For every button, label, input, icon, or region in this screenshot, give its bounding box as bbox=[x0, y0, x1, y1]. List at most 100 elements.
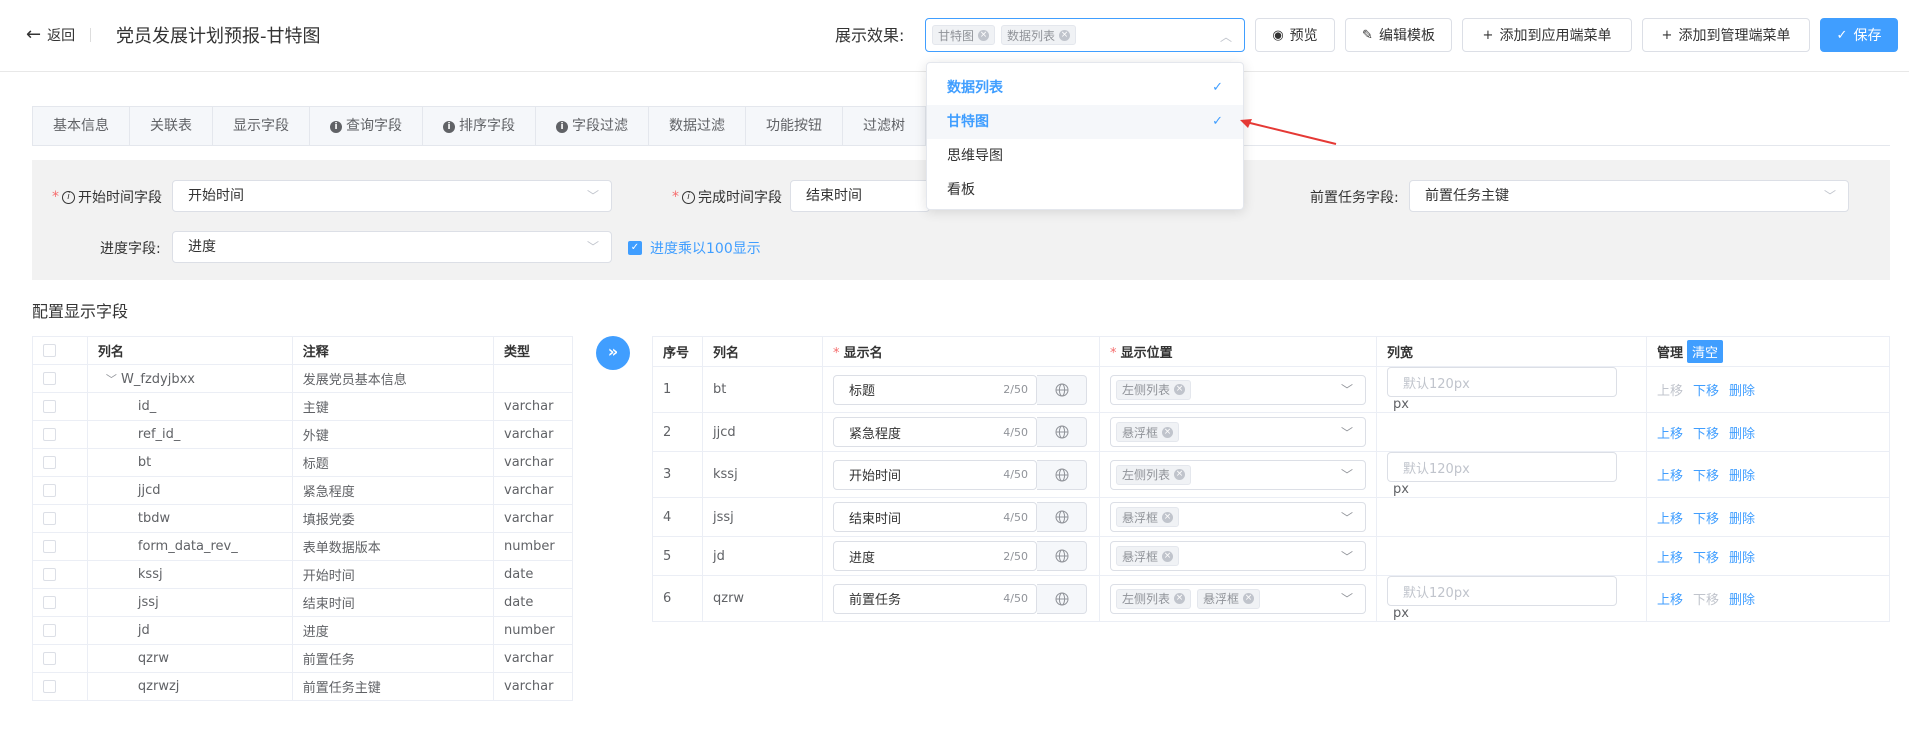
display-name-input[interactable]: 标题 2/50 bbox=[833, 374, 1037, 405]
close-icon[interactable]: × bbox=[1162, 550, 1174, 562]
display-name-input[interactable]: 紧急程度 4/50 bbox=[833, 417, 1037, 447]
table-row[interactable]: bt 标题 varchar bbox=[32, 448, 573, 477]
close-icon[interactable]: × bbox=[1162, 426, 1174, 438]
table-row[interactable]: jssj 结束时间 date bbox=[32, 588, 573, 617]
globe-icon[interactable] bbox=[1037, 417, 1087, 447]
move-up-button[interactable]: 上移 bbox=[1657, 427, 1683, 442]
move-up-button[interactable]: 上移 bbox=[1657, 469, 1683, 484]
row-checkbox[interactable] bbox=[43, 652, 56, 665]
close-icon[interactable]: × bbox=[1174, 469, 1186, 480]
clear-button[interactable]: 清空 bbox=[1687, 340, 1724, 363]
move-right-button[interactable]: » bbox=[596, 336, 630, 370]
row-checkbox[interactable] bbox=[43, 680, 56, 693]
select-all-checkbox[interactable] bbox=[43, 344, 56, 357]
table-row[interactable]: qzrw 前置任务 varchar bbox=[32, 644, 573, 673]
globe-icon[interactable] bbox=[1037, 459, 1087, 490]
row-checkbox[interactable] bbox=[43, 372, 56, 385]
row-checkbox[interactable] bbox=[43, 512, 56, 525]
table-row[interactable]: form_data_rev_ 表单数据版本 number bbox=[32, 532, 573, 561]
chevron-down-icon[interactable]: ﹀ bbox=[106, 373, 117, 386]
display-name-input[interactable]: 前置任务 4/50 bbox=[833, 583, 1037, 614]
close-icon[interactable]: × bbox=[1059, 29, 1071, 41]
delete-button[interactable]: 删除 bbox=[1729, 427, 1755, 442]
globe-icon[interactable] bbox=[1037, 374, 1087, 405]
close-icon[interactable]: × bbox=[1243, 593, 1255, 604]
position-select[interactable]: 左侧列表 × 悬浮框 × ﹀ bbox=[1110, 583, 1366, 614]
close-icon[interactable]: × bbox=[1174, 593, 1186, 604]
globe-icon[interactable] bbox=[1037, 583, 1087, 614]
row-checkbox[interactable] bbox=[43, 624, 56, 637]
edit-template-button[interactable]: ✎ 编辑模板 bbox=[1345, 18, 1452, 52]
move-down-button[interactable]: 下移 bbox=[1693, 427, 1719, 442]
add-admin-menu-button[interactable]: + 添加到管理端菜单 bbox=[1642, 18, 1810, 52]
start-field-select[interactable]: 开始时间 ﹀ bbox=[172, 180, 612, 212]
display-name-input[interactable]: 开始时间 4/50 bbox=[833, 459, 1037, 490]
tab-filter-tree[interactable]: 过滤树 bbox=[843, 107, 926, 146]
table-row[interactable]: qzrwzj 前置任务主键 varchar bbox=[32, 672, 573, 701]
dropdown-option-mind-map[interactable]: 思维导图 bbox=[927, 139, 1243, 173]
position-select[interactable]: 悬浮框 × ﹀ bbox=[1110, 541, 1366, 571]
close-icon[interactable]: × bbox=[1162, 511, 1174, 523]
delete-button[interactable]: 删除 bbox=[1729, 551, 1755, 566]
row-checkbox[interactable] bbox=[43, 400, 56, 413]
move-down-button[interactable]: 下移 bbox=[1693, 551, 1719, 566]
end-field-select[interactable]: 结束时间 bbox=[790, 180, 930, 212]
tab-function-buttons[interactable]: 功能按钮 bbox=[746, 107, 843, 146]
position-select[interactable]: 悬浮框 × ﹀ bbox=[1110, 417, 1366, 447]
move-up-button[interactable]: 上移 bbox=[1657, 593, 1683, 608]
close-icon[interactable]: × bbox=[1174, 384, 1186, 395]
delete-button[interactable]: 删除 bbox=[1729, 469, 1755, 484]
table-row[interactable]: tbdw 填报党委 varchar bbox=[32, 504, 573, 533]
save-button[interactable]: ✓ 保存 bbox=[1820, 18, 1898, 52]
row-checkbox[interactable] bbox=[43, 456, 56, 469]
delete-button[interactable]: 删除 bbox=[1729, 384, 1755, 399]
delete-button[interactable]: 删除 bbox=[1729, 512, 1755, 527]
pre-task-field-select[interactable]: 前置任务主键 ﹀ bbox=[1409, 180, 1849, 212]
tab-related-table[interactable]: 关联表 bbox=[130, 107, 213, 146]
position-select[interactable]: 悬浮框 × ﹀ bbox=[1110, 502, 1366, 532]
dropdown-option-kanban[interactable]: 看板 bbox=[927, 173, 1243, 207]
move-up-button[interactable]: 上移 bbox=[1657, 512, 1683, 527]
table-row[interactable]: 1 bt 标题 2/50 左侧列表 × ﹀ 默认120pxpx 上移 下移 删除 bbox=[652, 366, 1890, 413]
tab-query-fields[interactable]: i 查询字段 bbox=[310, 107, 423, 146]
row-checkbox[interactable] bbox=[43, 428, 56, 441]
row-checkbox[interactable] bbox=[43, 596, 56, 609]
table-row[interactable]: jjcd 紧急程度 varchar bbox=[32, 476, 573, 505]
back-button[interactable]: ← 返回 bbox=[26, 25, 75, 45]
column-width-input[interactable]: 默认120px bbox=[1387, 576, 1617, 606]
table-row[interactable]: 4 jssj 结束时间 4/50 悬浮框 × ﹀ 上移 下移 删除 bbox=[652, 497, 1890, 537]
tab-field-filter[interactable]: i 字段过滤 bbox=[536, 107, 649, 146]
globe-icon[interactable] bbox=[1037, 502, 1087, 532]
column-width-input[interactable]: 默认120px bbox=[1387, 367, 1617, 397]
position-select[interactable]: 左侧列表 × ﹀ bbox=[1110, 374, 1366, 405]
column-width-input[interactable]: 默认120px bbox=[1387, 452, 1617, 482]
table-row[interactable]: ref_id_ 外键 varchar bbox=[32, 420, 573, 449]
move-down-button[interactable]: 下移 bbox=[1693, 512, 1719, 527]
progress-multiply-checkbox[interactable]: ✓ 进度乘以100显示 bbox=[628, 238, 761, 258]
tab-display-fields[interactable]: 显示字段 bbox=[213, 107, 310, 146]
display-effect-select[interactable]: 甘特图 × 数据列表 × ︿ bbox=[925, 18, 1245, 52]
table-row[interactable]: 2 jjcd 紧急程度 4/50 悬浮框 × ﹀ 上移 下移 删除 bbox=[652, 412, 1890, 452]
delete-button[interactable]: 删除 bbox=[1729, 593, 1755, 608]
display-name-input[interactable]: 进度 2/50 bbox=[833, 541, 1037, 571]
row-checkbox[interactable] bbox=[43, 568, 56, 581]
globe-icon[interactable] bbox=[1037, 541, 1087, 571]
move-down-button[interactable]: 下移 bbox=[1693, 469, 1719, 484]
row-checkbox[interactable] bbox=[43, 484, 56, 497]
move-down-button[interactable]: 下移 bbox=[1693, 593, 1719, 608]
position-select[interactable]: 左侧列表 × ﹀ bbox=[1110, 459, 1366, 490]
move-down-button[interactable]: 下移 bbox=[1693, 384, 1719, 399]
move-up-button[interactable]: 上移 bbox=[1657, 551, 1683, 566]
table-row[interactable]: 3 kssj 开始时间 4/50 左侧列表 × ﹀ 默认120pxpx 上移 下移 删除 bbox=[652, 451, 1890, 498]
progress-field-select[interactable]: 进度 ﹀ bbox=[172, 231, 612, 263]
tab-basic-info[interactable]: 基本信息 bbox=[33, 107, 130, 146]
close-icon[interactable]: × bbox=[978, 29, 990, 41]
preview-button[interactable]: ◉ 预览 bbox=[1255, 18, 1335, 52]
table-row[interactable]: jd 进度 number bbox=[32, 616, 573, 645]
row-checkbox[interactable] bbox=[43, 540, 56, 553]
table-row[interactable]: kssj 开始时间 date bbox=[32, 560, 573, 589]
table-group-row[interactable]: ﹀ W_fzdyjbxx 发展党员基本信息 bbox=[32, 364, 573, 393]
tab-data-filter[interactable]: 数据过滤 bbox=[649, 107, 746, 146]
table-row[interactable]: id_ 主键 varchar bbox=[32, 392, 573, 421]
dropdown-option-gantt[interactable]: 甘特图 ✓ bbox=[927, 105, 1243, 139]
